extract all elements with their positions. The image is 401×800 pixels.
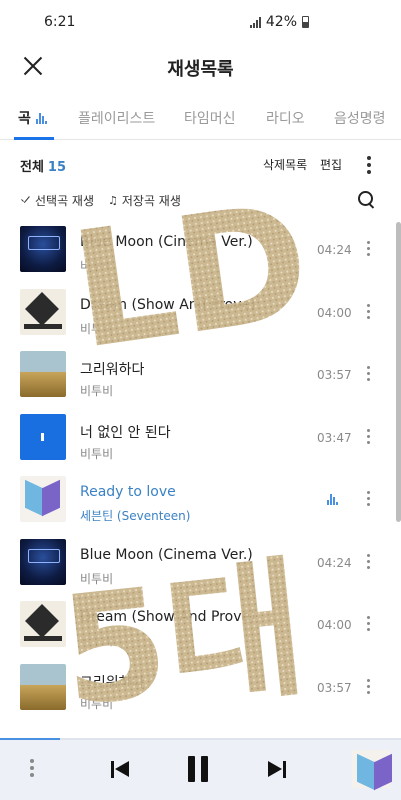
song-row-now-playing[interactable]: Ready to love 세븐틴 (Seventeen)	[0, 469, 401, 532]
status-indicators: 42%	[249, 14, 309, 30]
pause-button[interactable]	[186, 756, 210, 782]
playback-progress[interactable]	[0, 738, 401, 740]
song-artist: 비투비	[80, 259, 114, 273]
song-more-icon[interactable]	[364, 553, 374, 572]
song-list: Blue Moon (Cinema Ver.) 비투비 04:24 Dream …	[0, 219, 401, 719]
scrollbar[interactable]	[396, 222, 401, 522]
album-art	[20, 413, 66, 460]
song-row[interactable]: Dream (Show And Prove) 비투비 04:00	[0, 282, 401, 345]
song-title: Dream (Show And Prove)	[80, 609, 256, 625]
song-duration: 04:24	[317, 555, 352, 570]
album-art	[20, 476, 66, 522]
delete-list-button[interactable]: 삭제목록	[263, 156, 307, 173]
now-playing-icon	[327, 494, 338, 505]
song-artist: 세븐틴 (Seventeen)	[80, 509, 191, 523]
song-duration: 03:57	[317, 368, 352, 382]
next-track-button[interactable]	[268, 760, 288, 780]
song-title: 너 없인 안 된다	[80, 424, 171, 441]
signal-icon	[249, 16, 261, 28]
album-art	[20, 601, 66, 647]
check-icon	[20, 195, 31, 206]
album-art	[20, 351, 66, 397]
mini-player	[0, 738, 401, 800]
total-label: 전체	[20, 160, 44, 175]
actions-row: 선택곡 재생 ♫ 저장곡 재생	[0, 186, 401, 214]
song-artist: 비투비	[80, 696, 114, 711]
song-title: Blue Moon (Cinema Ver.)	[80, 234, 253, 250]
tab-bar: 곡 플레이리스트 타임머신 라디오 음성명령	[0, 96, 401, 140]
song-title: Ready to love	[80, 484, 176, 500]
album-art	[20, 663, 66, 710]
song-more-icon[interactable]	[364, 366, 374, 384]
saved-play-label: 저장곡 재생	[121, 194, 181, 208]
song-row[interactable]: Blue Moon (Cinema Ver.) 비투비 04:24	[0, 532, 401, 595]
tab-songs[interactable]: 곡	[18, 108, 47, 128]
song-artist: 비투비	[80, 634, 114, 648]
song-duration: 04:00	[317, 618, 352, 632]
song-title: 그리워하다	[80, 674, 145, 691]
status-bar: 6:21 42%	[0, 0, 401, 40]
select-play-label: 선택곡 재생	[35, 194, 95, 208]
song-row[interactable]: Dream (Show And Prove) 비투비 04:00	[0, 594, 401, 657]
total-number: 15	[47, 160, 67, 175]
header: 재생목록	[0, 40, 401, 92]
song-row[interactable]: 그리워하다 비투비 03:57	[0, 344, 401, 407]
edit-button[interactable]: 편집	[320, 156, 342, 173]
song-more-icon[interactable]	[364, 241, 374, 259]
playback-progress-fill	[0, 738, 61, 740]
page-title: 재생목록	[167, 59, 234, 80]
song-duration: 04:24	[317, 243, 352, 257]
previous-track-button[interactable]	[111, 760, 131, 780]
song-artist: 비투비	[80, 384, 114, 398]
music-note-icon: ♫	[108, 194, 118, 207]
song-duration: 03:47	[317, 430, 352, 445]
song-more-icon[interactable]	[364, 616, 374, 634]
song-duration: 04:00	[317, 305, 352, 320]
list-toolbar: 전체 15 삭제목록 편집	[0, 148, 401, 182]
song-more-icon[interactable]	[364, 678, 374, 697]
song-row[interactable]: 그리워하다 비투비 03:57	[0, 657, 401, 720]
song-title: Blue Moon (Cinema Ver.)	[80, 546, 253, 563]
album-art	[20, 226, 66, 272]
song-artist: 비투비	[80, 446, 114, 461]
song-more-icon[interactable]	[364, 491, 374, 509]
tab-time-machine[interactable]: 타임머신	[184, 108, 236, 128]
saved-play-button[interactable]: ♫ 저장곡 재생	[108, 192, 181, 209]
more-options-icon[interactable]	[364, 156, 374, 174]
tab-active-indicator	[14, 137, 54, 140]
tab-label: 곡	[18, 111, 31, 127]
album-art	[20, 288, 66, 335]
album-art	[20, 538, 66, 585]
tab-playlists[interactable]: 플레이리스트	[78, 108, 155, 128]
search-icon[interactable]	[357, 190, 377, 210]
song-row[interactable]: 너 없인 안 된다 비투비 03:47	[0, 407, 401, 470]
song-duration: 03:57	[317, 680, 352, 695]
song-title: Dream (Show And Prove)	[80, 296, 256, 313]
battery-percent: 42%	[265, 14, 297, 30]
song-more-icon[interactable]	[364, 303, 374, 322]
select-play-button[interactable]: 선택곡 재생	[20, 192, 94, 209]
song-artist: 비투비	[80, 571, 114, 586]
battery-icon	[302, 16, 309, 28]
song-title: 그리워하다	[80, 362, 145, 378]
status-time: 6:21	[44, 14, 76, 30]
player-menu-icon[interactable]	[27, 759, 37, 777]
equalizer-icon	[35, 113, 47, 124]
song-more-icon[interactable]	[364, 428, 374, 447]
song-artist: 비투비	[80, 321, 114, 336]
tab-radio[interactable]: 라디오	[266, 108, 305, 128]
tab-voice-command[interactable]: 음성명령	[334, 108, 386, 128]
now-playing-album-art[interactable]	[352, 750, 390, 788]
total-count: 전체 15	[20, 156, 66, 175]
song-row[interactable]: Blue Moon (Cinema Ver.) 비투비 04:24	[0, 219, 401, 282]
